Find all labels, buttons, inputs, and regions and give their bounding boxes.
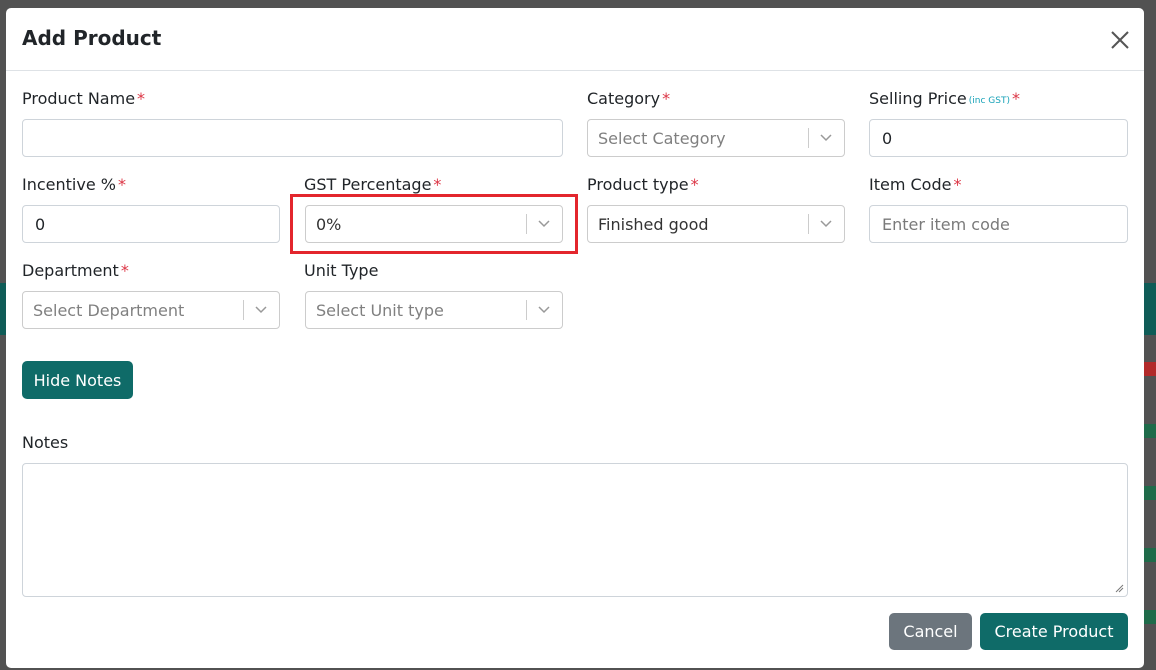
- close-icon: [1111, 31, 1129, 49]
- select-separator: [526, 300, 527, 320]
- selling-price-input[interactable]: [869, 119, 1128, 157]
- required-marker: *: [1011, 89, 1020, 108]
- resize-grip-icon[interactable]: [1114, 583, 1124, 593]
- product-type-select-value: Finished good: [598, 215, 709, 234]
- background-badge: [1144, 424, 1156, 438]
- required-marker: *: [137, 89, 146, 108]
- cancel-button[interactable]: Cancel: [889, 613, 972, 650]
- chevron-down-icon: [820, 134, 832, 142]
- gst-percentage-label-text: GST Percentage: [304, 175, 432, 194]
- required-marker: *: [953, 175, 962, 194]
- department-label-text: Department: [22, 261, 119, 280]
- notes-textarea[interactable]: [22, 463, 1128, 597]
- unit-type-select-value: Select Unit type: [316, 301, 444, 320]
- gst-field-highlight: [290, 194, 578, 254]
- required-marker: *: [117, 175, 126, 194]
- inc-gst-note: (inc GST): [968, 96, 1010, 106]
- chevron-down-icon: [820, 220, 832, 228]
- background-badge: [1144, 486, 1156, 500]
- required-marker: *: [120, 261, 129, 280]
- required-marker: *: [690, 175, 699, 194]
- category-label-text: Category: [587, 89, 661, 108]
- close-button[interactable]: [1106, 26, 1134, 54]
- product-name-input[interactable]: [22, 119, 563, 157]
- selling-price-label: Selling Price (inc GST) *: [869, 89, 1020, 108]
- incentive-label: Incentive % *: [22, 175, 126, 194]
- product-name-label: Product Name *: [22, 89, 145, 108]
- unit-type-label-text: Unit Type: [304, 261, 379, 280]
- unit-type-label: Unit Type: [304, 261, 378, 280]
- required-marker: *: [433, 175, 442, 194]
- category-select-value: Select Category: [598, 129, 726, 148]
- gst-percentage-label: GST Percentage *: [304, 175, 441, 194]
- category-select[interactable]: Select Category: [587, 119, 845, 157]
- select-separator: [243, 300, 244, 320]
- modal-header: Add Product: [6, 8, 1144, 71]
- department-select[interactable]: Select Department: [22, 291, 280, 329]
- select-separator: [808, 214, 809, 234]
- incentive-input[interactable]: [22, 205, 280, 243]
- product-name-label-text: Product Name: [22, 89, 136, 108]
- product-type-label: Product type *: [587, 175, 699, 194]
- product-type-select[interactable]: Finished good: [587, 205, 845, 243]
- modal-title: Add Product: [22, 26, 162, 50]
- item-code-label: Item Code *: [869, 175, 961, 194]
- item-code-input[interactable]: [869, 205, 1128, 243]
- incentive-label-text: Incentive %: [22, 175, 116, 194]
- required-marker: *: [662, 89, 671, 108]
- department-label: Department *: [22, 261, 129, 280]
- hide-notes-button[interactable]: Hide Notes: [22, 361, 133, 399]
- category-label: Category *: [587, 89, 670, 108]
- department-select-value: Select Department: [33, 301, 185, 320]
- background-badge: [1144, 548, 1156, 562]
- unit-type-select[interactable]: Select Unit type: [305, 291, 563, 329]
- selling-price-label-text: Selling Price: [869, 89, 967, 108]
- background-badge: [1144, 610, 1156, 624]
- chevron-down-icon: [255, 306, 267, 314]
- notes-label: Notes: [22, 433, 69, 452]
- add-product-modal: Add Product Product Name * Category * Sele…: [6, 8, 1144, 668]
- select-separator: [808, 128, 809, 148]
- chevron-down-icon: [538, 306, 550, 314]
- create-product-button[interactable]: Create Product: [980, 613, 1128, 650]
- product-type-label-text: Product type: [587, 175, 689, 194]
- background-header-strip: [1144, 283, 1156, 335]
- background-red-badge: [1144, 362, 1156, 376]
- item-code-label-text: Item Code: [869, 175, 952, 194]
